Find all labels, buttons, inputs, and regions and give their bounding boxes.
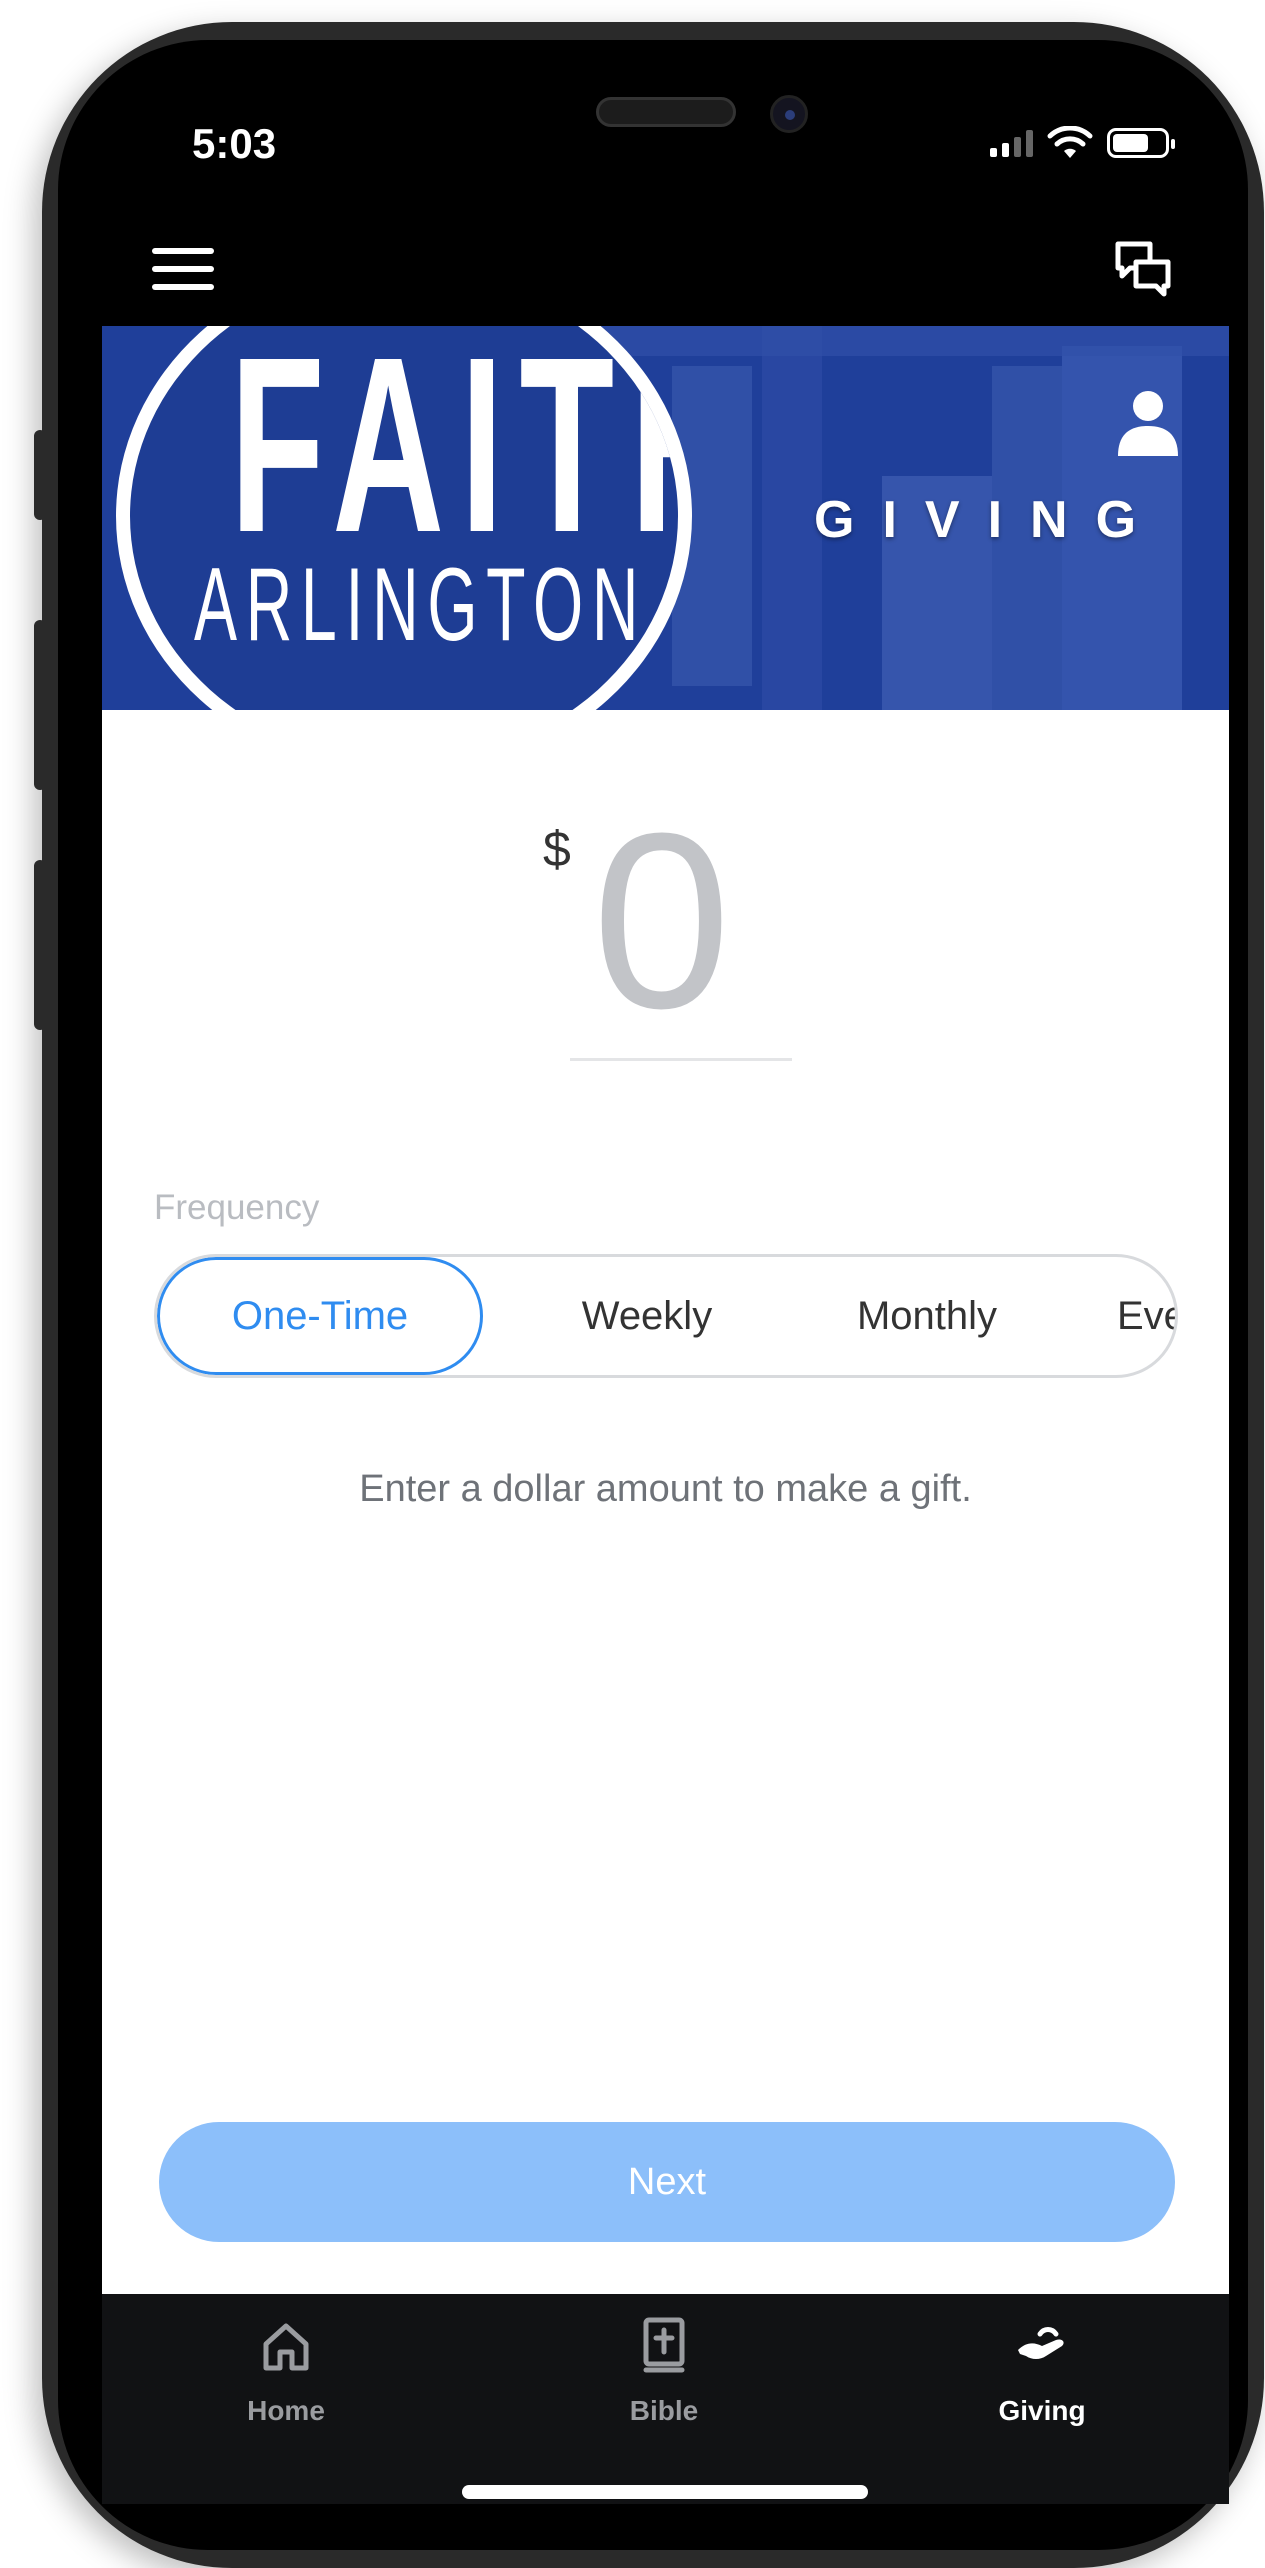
app-screenshot: 5:03 FAIT ARLINGTON GIVING $ 0 Frequency…	[0, 0, 1265, 2568]
bible-icon	[643, 2317, 685, 2373]
frequency-label: Frequency	[154, 1188, 320, 1227]
faith-arlington-logo: FAITH ARLINGTON	[116, 326, 692, 710]
battery-icon	[1107, 128, 1175, 158]
speaker-grille	[596, 97, 736, 127]
tab-bible[interactable]: Bible	[564, 2316, 764, 2427]
wifi-icon	[1047, 126, 1093, 158]
frequency-selector: One-Time Weekly Monthly Eve	[154, 1254, 1178, 1378]
amount-underline	[570, 1058, 792, 1061]
frequency-option-every[interactable]: Eve	[1117, 1257, 1175, 1375]
mute-switch	[34, 430, 46, 520]
front-camera	[770, 95, 808, 133]
bottom-tab-bar: Home Bible Giving	[102, 2294, 1229, 2504]
frequency-option-one-time[interactable]: One-Time	[157, 1257, 483, 1375]
amount-input[interactable]: 0	[592, 796, 731, 1046]
banner-title: GIVING	[814, 491, 1165, 549]
home-icon	[263, 2323, 309, 2371]
status-icons	[990, 126, 1175, 160]
person-icon[interactable]	[1112, 386, 1184, 458]
amount-hint: Enter a dollar amount to make a gift.	[359, 1468, 972, 1510]
volume-down-button	[34, 860, 46, 1030]
hamburger-menu-icon[interactable]	[152, 248, 214, 290]
chat-bubbles-icon[interactable]	[1112, 238, 1174, 298]
cellular-signal-icon	[990, 129, 1033, 157]
giving-hand-icon	[1018, 2327, 1064, 2359]
status-time: 5:03	[192, 120, 277, 167]
currency-symbol: $	[543, 821, 571, 877]
tab-giving-label: Giving	[998, 2395, 1086, 2426]
church-banner: FAITH ARLINGTON GIVING	[102, 326, 1229, 710]
logo-arlington-text: ARLINGTON	[194, 547, 648, 663]
tab-bible-label: Bible	[629, 2395, 699, 2426]
logo-faith-text: FAITH	[230, 326, 678, 584]
next-button[interactable]: Next	[159, 2122, 1175, 2242]
tab-home-label: Home	[247, 2395, 325, 2426]
home-indicator	[462, 2485, 868, 2499]
tab-home[interactable]: Home	[186, 2316, 386, 2427]
volume-up-button	[34, 620, 46, 790]
frequency-option-weekly[interactable]: Weekly	[547, 1257, 747, 1375]
tab-giving[interactable]: Giving	[942, 2316, 1142, 2427]
frequency-option-monthly[interactable]: Monthly	[817, 1257, 1037, 1375]
giving-screen: FAITH ARLINGTON GIVING $ 0 Frequency One…	[102, 326, 1229, 2294]
